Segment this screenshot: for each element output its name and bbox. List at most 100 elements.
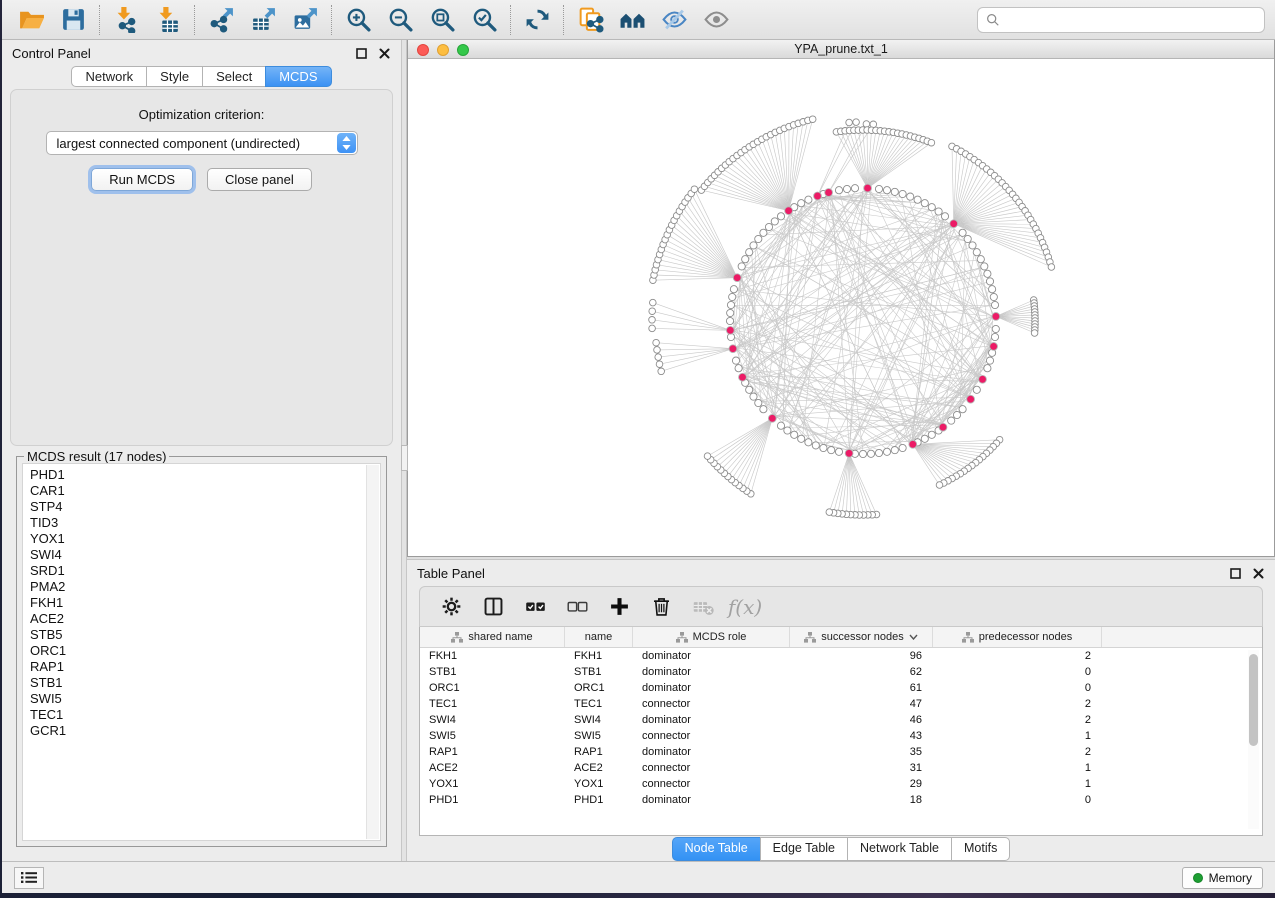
network-node[interactable] bbox=[899, 190, 906, 197]
memory-button[interactable]: Memory bbox=[1182, 867, 1263, 889]
network-node[interactable] bbox=[820, 444, 827, 451]
mcds-result-node[interactable]: TEC1 bbox=[30, 707, 380, 723]
mcds-node[interactable] bbox=[814, 192, 822, 200]
close-table-panel-icon[interactable] bbox=[1252, 567, 1265, 580]
column-header-successor-nodes[interactable]: successor nodes bbox=[790, 627, 933, 647]
network-node[interactable] bbox=[992, 325, 999, 332]
mcds-node[interactable] bbox=[967, 395, 975, 403]
tab-network-table[interactable]: Network Table bbox=[847, 837, 952, 861]
show-all-icon[interactable] bbox=[695, 3, 737, 37]
mcds-node[interactable] bbox=[845, 449, 853, 457]
network-node[interactable] bbox=[755, 235, 762, 242]
export-network-icon[interactable] bbox=[200, 3, 242, 37]
network-leaf-node[interactable] bbox=[809, 116, 816, 123]
network-node[interactable] bbox=[746, 249, 753, 256]
network-leaf-node[interactable] bbox=[650, 299, 657, 306]
float-table-panel-icon[interactable] bbox=[1229, 567, 1242, 580]
column-header-name[interactable]: name bbox=[565, 627, 633, 647]
network-node[interactable] bbox=[914, 196, 921, 203]
copy-network-icon[interactable] bbox=[569, 3, 611, 37]
network-node[interactable] bbox=[941, 213, 948, 220]
column-header-predecessor-nodes[interactable]: predecessor nodes bbox=[933, 627, 1102, 647]
network-node[interactable] bbox=[727, 309, 734, 316]
settings-gear-icon[interactable] bbox=[434, 591, 468, 623]
network-node[interactable] bbox=[973, 249, 980, 256]
network-node[interactable] bbox=[726, 317, 733, 324]
refresh-view-icon[interactable] bbox=[516, 3, 558, 37]
network-node[interactable] bbox=[928, 204, 935, 211]
network-leaf-node[interactable] bbox=[649, 325, 656, 332]
network-node[interactable] bbox=[973, 386, 980, 393]
mcds-result-node[interactable]: ACE2 bbox=[30, 611, 380, 627]
network-node[interactable] bbox=[828, 447, 835, 454]
network-node[interactable] bbox=[959, 406, 966, 413]
window-minimize-icon[interactable] bbox=[437, 44, 449, 56]
run-mcds-button[interactable]: Run MCDS bbox=[91, 168, 193, 191]
delete-column-icon[interactable] bbox=[644, 591, 678, 623]
network-node[interactable] bbox=[891, 447, 898, 454]
network-leaf-node[interactable] bbox=[928, 139, 935, 146]
tab-network[interactable]: Network bbox=[71, 66, 147, 87]
network-leaf-node[interactable] bbox=[654, 347, 661, 354]
mcds-result-node[interactable]: PHD1 bbox=[30, 467, 380, 483]
network-window-titlebar[interactable]: YPA_prune.txt_1 bbox=[408, 40, 1274, 59]
network-leaf-node[interactable] bbox=[846, 119, 853, 126]
network-node[interactable] bbox=[859, 450, 866, 457]
table-row[interactable]: FKH1FKH1dominator962 bbox=[420, 648, 1262, 664]
zoom-fit-icon[interactable] bbox=[421, 3, 463, 37]
mcds-result-node[interactable]: SWI5 bbox=[30, 691, 380, 707]
network-node[interactable] bbox=[921, 200, 928, 207]
mcds-result-node[interactable]: STP4 bbox=[30, 499, 380, 515]
add-column-icon[interactable] bbox=[602, 591, 636, 623]
network-leaf-node[interactable] bbox=[853, 119, 860, 126]
export-image-icon[interactable] bbox=[284, 3, 326, 37]
splitter-handle[interactable] bbox=[401, 445, 408, 471]
network-node[interactable] bbox=[928, 431, 935, 438]
table-row[interactable]: SWI4SWI4dominator462 bbox=[420, 712, 1262, 728]
column-header-shared-name[interactable]: shared name bbox=[420, 627, 565, 647]
network-leaf-node[interactable] bbox=[658, 368, 665, 375]
window-close-icon[interactable] bbox=[417, 44, 429, 56]
network-node[interactable] bbox=[750, 393, 757, 400]
network-node[interactable] bbox=[784, 427, 791, 434]
table-row[interactable]: PHD1PHD1dominator180 bbox=[420, 792, 1262, 808]
tab-style[interactable]: Style bbox=[146, 66, 203, 87]
zoom-selected-icon[interactable] bbox=[463, 3, 505, 37]
mcds-node[interactable] bbox=[979, 375, 987, 383]
task-history-button[interactable] bbox=[14, 867, 44, 889]
import-table-icon[interactable] bbox=[147, 3, 189, 37]
network-node[interactable] bbox=[729, 293, 736, 300]
mcds-node[interactable] bbox=[785, 207, 793, 215]
network-node[interactable] bbox=[851, 185, 858, 192]
network-node[interactable] bbox=[948, 417, 955, 424]
network-node[interactable] bbox=[875, 185, 882, 192]
tab-select[interactable]: Select bbox=[202, 66, 266, 87]
mcds-node[interactable] bbox=[768, 414, 776, 422]
network-node[interactable] bbox=[742, 256, 749, 263]
network-node[interactable] bbox=[953, 411, 960, 418]
network-node[interactable] bbox=[727, 301, 734, 308]
close-panel-button[interactable]: Close panel bbox=[207, 168, 312, 191]
network-node[interactable] bbox=[867, 450, 874, 457]
network-leaf-node[interactable] bbox=[1031, 330, 1038, 337]
network-node[interactable] bbox=[986, 357, 993, 364]
network-leaf-node[interactable] bbox=[649, 317, 656, 324]
network-node[interactable] bbox=[730, 286, 737, 293]
network-node[interactable] bbox=[883, 187, 890, 194]
hide-selected-icon[interactable] bbox=[653, 3, 695, 37]
network-node[interactable] bbox=[835, 448, 842, 455]
network-node[interactable] bbox=[798, 200, 805, 207]
mcds-result-node[interactable]: SWI4 bbox=[30, 547, 380, 563]
network-node[interactable] bbox=[835, 187, 842, 194]
mcds-node[interactable] bbox=[950, 220, 958, 228]
network-node[interactable] bbox=[991, 333, 998, 340]
window-maximize-icon[interactable] bbox=[457, 44, 469, 56]
network-node[interactable] bbox=[732, 357, 739, 364]
network-node[interactable] bbox=[760, 229, 767, 236]
network-node[interactable] bbox=[990, 293, 997, 300]
network-node[interactable] bbox=[986, 278, 993, 285]
network-node[interactable] bbox=[991, 301, 998, 308]
mcds-node[interactable] bbox=[825, 189, 833, 197]
network-leaf-node[interactable] bbox=[936, 482, 943, 489]
table-row[interactable]: ACE2ACE2connector311 bbox=[420, 760, 1262, 776]
